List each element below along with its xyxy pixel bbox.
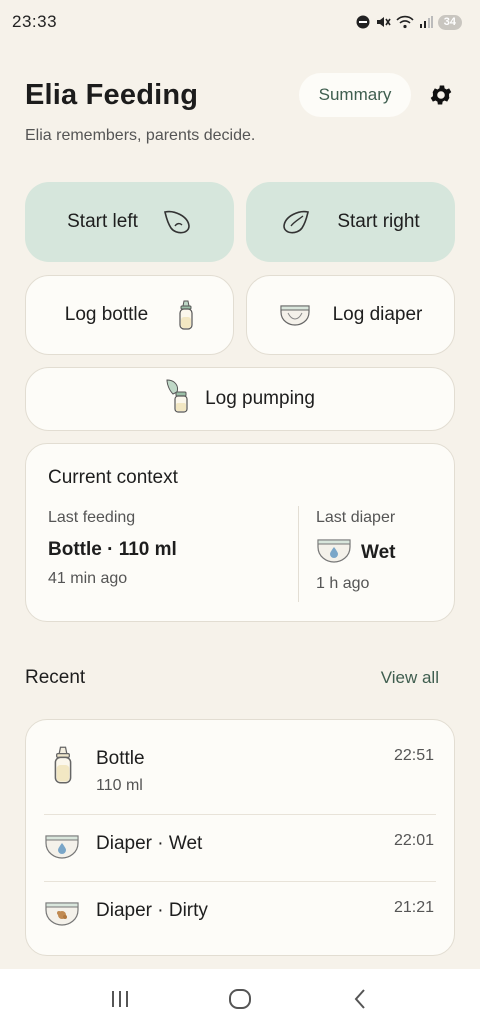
- recent-title: Recent: [25, 667, 86, 688]
- page-title: Elia Feeding: [25, 78, 199, 111]
- breast-left-icon: [162, 208, 192, 236]
- list-item[interactable]: Bottle 110 ml 22:51: [26, 720, 454, 814]
- gear-icon[interactable]: [427, 81, 455, 109]
- row-title: Diaper · Wet: [96, 833, 203, 854]
- system-nav-bar: [0, 969, 480, 1029]
- last-feeding-ago: 41 min ago: [48, 570, 128, 587]
- bottle-icon: [52, 746, 74, 789]
- log-pumping-button[interactable]: Log pumping: [25, 367, 455, 431]
- last-feeding-value: Bottle · 110 ml: [48, 539, 177, 560]
- log-bottle-label: Log bottle: [64, 304, 149, 325]
- row-time: 22:01: [393, 832, 434, 849]
- status-icons: 34: [356, 14, 462, 30]
- start-left-button[interactable]: Start left: [25, 182, 234, 262]
- home-icon[interactable]: [210, 979, 270, 1019]
- diaper-wet-icon: [44, 833, 80, 866]
- recent-apps-icon[interactable]: [90, 979, 150, 1019]
- view-all-link[interactable]: View all: [381, 668, 439, 688]
- battery-icon: 34: [437, 14, 462, 30]
- row-time: 21:21: [393, 899, 434, 916]
- row-title: Diaper · Dirty: [96, 900, 208, 921]
- row-time: 22:51: [393, 747, 434, 764]
- status-bar: 23:33 34: [0, 0, 480, 44]
- context-divider: [298, 506, 299, 602]
- recent-list: Bottle 110 ml 22:51 Diaper · Wet 22:01 D…: [25, 719, 455, 956]
- mute-icon: [376, 17, 391, 27]
- row-title: Bottle: [96, 748, 145, 769]
- list-item[interactable]: Diaper · Wet 22:01: [26, 815, 454, 881]
- start-right-label: Start right: [337, 211, 420, 232]
- wifi-icon: [396, 15, 414, 29]
- last-feeding-label: Last feeding: [48, 509, 136, 526]
- diaper-wet-icon: [316, 537, 352, 565]
- log-diaper-button[interactable]: Log diaper: [246, 275, 455, 355]
- breast-right-icon: [281, 208, 311, 236]
- last-diaper-value: Wet: [361, 542, 396, 563]
- subtitle: Elia remembers, parents decide.: [25, 127, 256, 144]
- back-icon[interactable]: [330, 979, 390, 1019]
- current-context-card: Current context Last feeding Bottle · 11…: [25, 443, 455, 622]
- log-pumping-label: Log pumping: [205, 388, 315, 409]
- do-not-disturb-icon: [356, 15, 370, 29]
- signal-icon: [419, 16, 433, 28]
- bottle-icon: [178, 300, 194, 330]
- last-diaper-ago: 1 h ago: [316, 575, 370, 592]
- list-item[interactable]: Diaper · Dirty 21:21: [26, 882, 454, 954]
- start-right-button[interactable]: Start right: [246, 182, 455, 262]
- breast-pump-icon: [165, 378, 191, 414]
- row-sub: 110 ml: [96, 777, 143, 794]
- log-diaper-label: Log diaper: [332, 304, 423, 325]
- summary-button[interactable]: Summary: [299, 73, 411, 117]
- context-title: Current context: [48, 467, 178, 488]
- diaper-dirty-icon: [44, 900, 80, 933]
- status-time: 23:33: [12, 12, 58, 31]
- last-diaper-label: Last diaper: [316, 509, 396, 526]
- start-left-label: Start left: [67, 211, 138, 232]
- log-bottle-button[interactable]: Log bottle: [25, 275, 234, 355]
- header: Elia Feeding Summary: [25, 72, 455, 118]
- diaper-icon: [279, 303, 311, 327]
